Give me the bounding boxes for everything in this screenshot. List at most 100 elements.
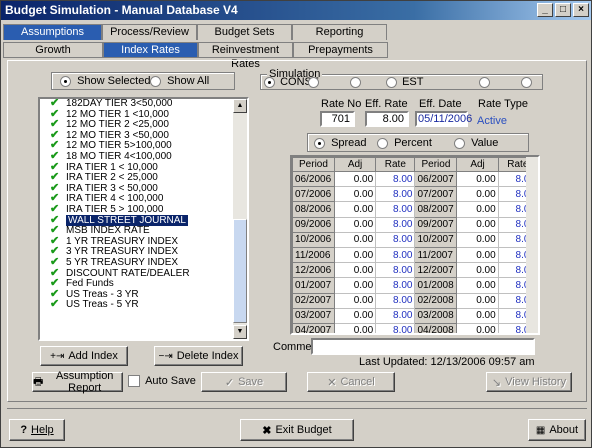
grid-column-header[interactable]: Adj [456,157,499,172]
period-cell: 03/2007 [292,307,335,324]
percent-option[interactable]: Percent [377,137,432,149]
list-item-label: 12 MO TIER 1 <10,000 [66,108,169,120]
grid-column-header[interactable]: Period [414,157,458,172]
value-radio[interactable] [454,137,465,149]
rate-no-field[interactable]: 701 [320,111,355,127]
adj-cell[interactable]: 0.00 [456,307,499,324]
adj-cell[interactable]: 0.00 [456,201,499,218]
delete-index-button[interactable]: −⇥ Delete Index [154,346,243,366]
adj-cell[interactable]: 0.00 [333,216,377,233]
adj-cell[interactable]: 0.00 [333,307,377,324]
rate-cell[interactable]: 8.00 [375,246,416,264]
rate-cell[interactable]: 8.00 [375,201,416,218]
auto-save-checkbox[interactable] [128,375,140,388]
show-all-option[interactable]: Show All [150,75,209,87]
grid-column-header[interactable]: Rate [375,157,416,172]
list-item[interactable]: ✔ US Treas - 5 YR [40,299,247,311]
table-row: 08/20060.008.0008/20070.008.00 [292,201,538,218]
grid-column-header[interactable]: Adj [333,157,377,172]
rate-cell[interactable]: 8.00 [375,262,416,279]
adj-cell[interactable]: 0.00 [333,277,377,294]
adj-cell[interactable]: 0.00 [333,231,377,248]
adj-cell[interactable]: 0.00 [456,292,499,309]
index-list[interactable]: ✔ 182DAY TIER 3<50,000 ✔ 12 MO TIER 1 <10,0… [38,97,249,341]
view-history-button[interactable]: ↘ View History [486,372,572,392]
cancel-button[interactable]: ✕ Cancel [307,372,395,392]
sim-radio-5[interactable] [479,77,490,88]
adj-cell[interactable]: 0.00 [456,231,499,248]
adj-cell[interactable]: 0.00 [333,322,377,333]
comment-input[interactable] [311,338,535,355]
eff-date-field[interactable]: 05/11/2006 [415,111,472,127]
index-list-scrollbar[interactable]: ▲ ▼ [233,99,247,339]
rate-cell[interactable]: 8.00 [375,322,416,333]
show-selected-radio[interactable] [60,75,71,87]
percent-radio[interactable] [377,137,388,149]
adj-cell[interactable]: 0.00 [333,201,377,218]
rate-cell[interactable]: 8.00 [375,186,416,203]
tab-growth[interactable]: Growth [3,42,103,58]
spread-radio[interactable] [314,137,325,149]
adj-cell[interactable]: 0.00 [456,262,499,279]
adj-cell[interactable]: 0.00 [333,186,377,203]
adj-cell[interactable]: 0.00 [456,277,499,294]
rate-cell[interactable]: 8.00 [375,277,416,294]
sim-radio-est[interactable] [386,76,397,88]
save-button[interactable]: ✓ Save [201,372,287,392]
adj-cell[interactable]: 0.00 [333,292,377,309]
list-item-label: Fed Funds [66,278,114,290]
adj-cell[interactable]: 0.00 [456,322,499,333]
auto-save-option[interactable]: Auto Save [128,375,196,388]
save-label: Save [238,376,264,388]
sim-option-est[interactable]: EST [386,76,423,88]
adj-cell[interactable]: 0.00 [456,216,499,233]
rate-cell[interactable]: 8.00 [375,231,416,248]
rate-cell[interactable]: 8.00 [375,216,416,233]
exit-budget-button[interactable]: ✖ Exit Budget [240,419,354,441]
value-option[interactable]: Value [454,137,498,149]
tab-assumptions[interactable]: Assumptions [3,24,102,40]
tab-index-rates[interactable]: Index Rates [103,42,198,58]
maximize-button[interactable]: □ [555,3,571,17]
rate-cell[interactable]: 8.00 [375,307,416,324]
assumption-report-button[interactable]: 🖶 Assumption Report [32,370,123,394]
tab-prepayments[interactable]: Prepayments [293,42,388,58]
period-cell: 11/2007 [414,246,458,264]
scroll-down-arrow[interactable]: ▼ [233,325,247,339]
tab-reinvestment-rates[interactable]: Reinvestment Rates [198,42,293,70]
show-selected-option[interactable]: Show Selected [60,75,150,87]
sim-radio-2[interactable] [308,77,319,88]
rate-cell[interactable]: 8.00 [375,170,416,188]
tab-reporting[interactable]: Reporting [292,24,387,40]
period-cell: 01/2007 [292,277,335,294]
table-row: 04/20070.008.0004/20080.008.00 [292,322,538,333]
grid-column-header[interactable]: Period [292,157,335,172]
list-item[interactable]: ✔ IRA TIER 5 > 100,000 [40,204,247,216]
scroll-up-arrow[interactable]: ▲ [233,99,247,113]
sim-radio-const[interactable] [264,76,275,88]
adj-cell[interactable]: 0.00 [333,170,377,188]
add-index-button[interactable]: +⇥ Add Index [40,346,128,366]
about-button[interactable]: ▦ About [528,419,586,441]
show-all-radio[interactable] [150,75,161,87]
adj-cell[interactable]: 0.00 [333,262,377,279]
help-button[interactable]: ? Help [9,419,65,441]
sim-radio-3[interactable] [350,77,361,88]
spread-option[interactable]: Spread [314,137,367,149]
adj-cell[interactable]: 0.00 [333,246,377,264]
grid-scrollbar[interactable] [526,157,538,333]
close-button[interactable]: × [573,3,589,17]
eff-rate-field[interactable]: 8.00 [365,111,409,127]
scroll-thumb[interactable] [233,219,247,323]
tab-budget-sets[interactable]: Budget Sets [197,24,292,40]
tab-process-review[interactable]: Process/Review [102,24,197,40]
adj-cell[interactable]: 0.00 [456,246,499,264]
adj-cell[interactable]: 0.00 [456,170,499,188]
sim-radio-6[interactable] [521,77,532,88]
period-cell: 11/2006 [292,246,335,264]
list-item-label: 5 YR TREASURY INDEX [66,256,179,268]
minimize-button[interactable]: _ [537,3,553,17]
show-selected-label: Show Selected [77,75,151,87]
adj-cell[interactable]: 0.00 [456,186,499,203]
rate-cell[interactable]: 8.00 [375,292,416,309]
